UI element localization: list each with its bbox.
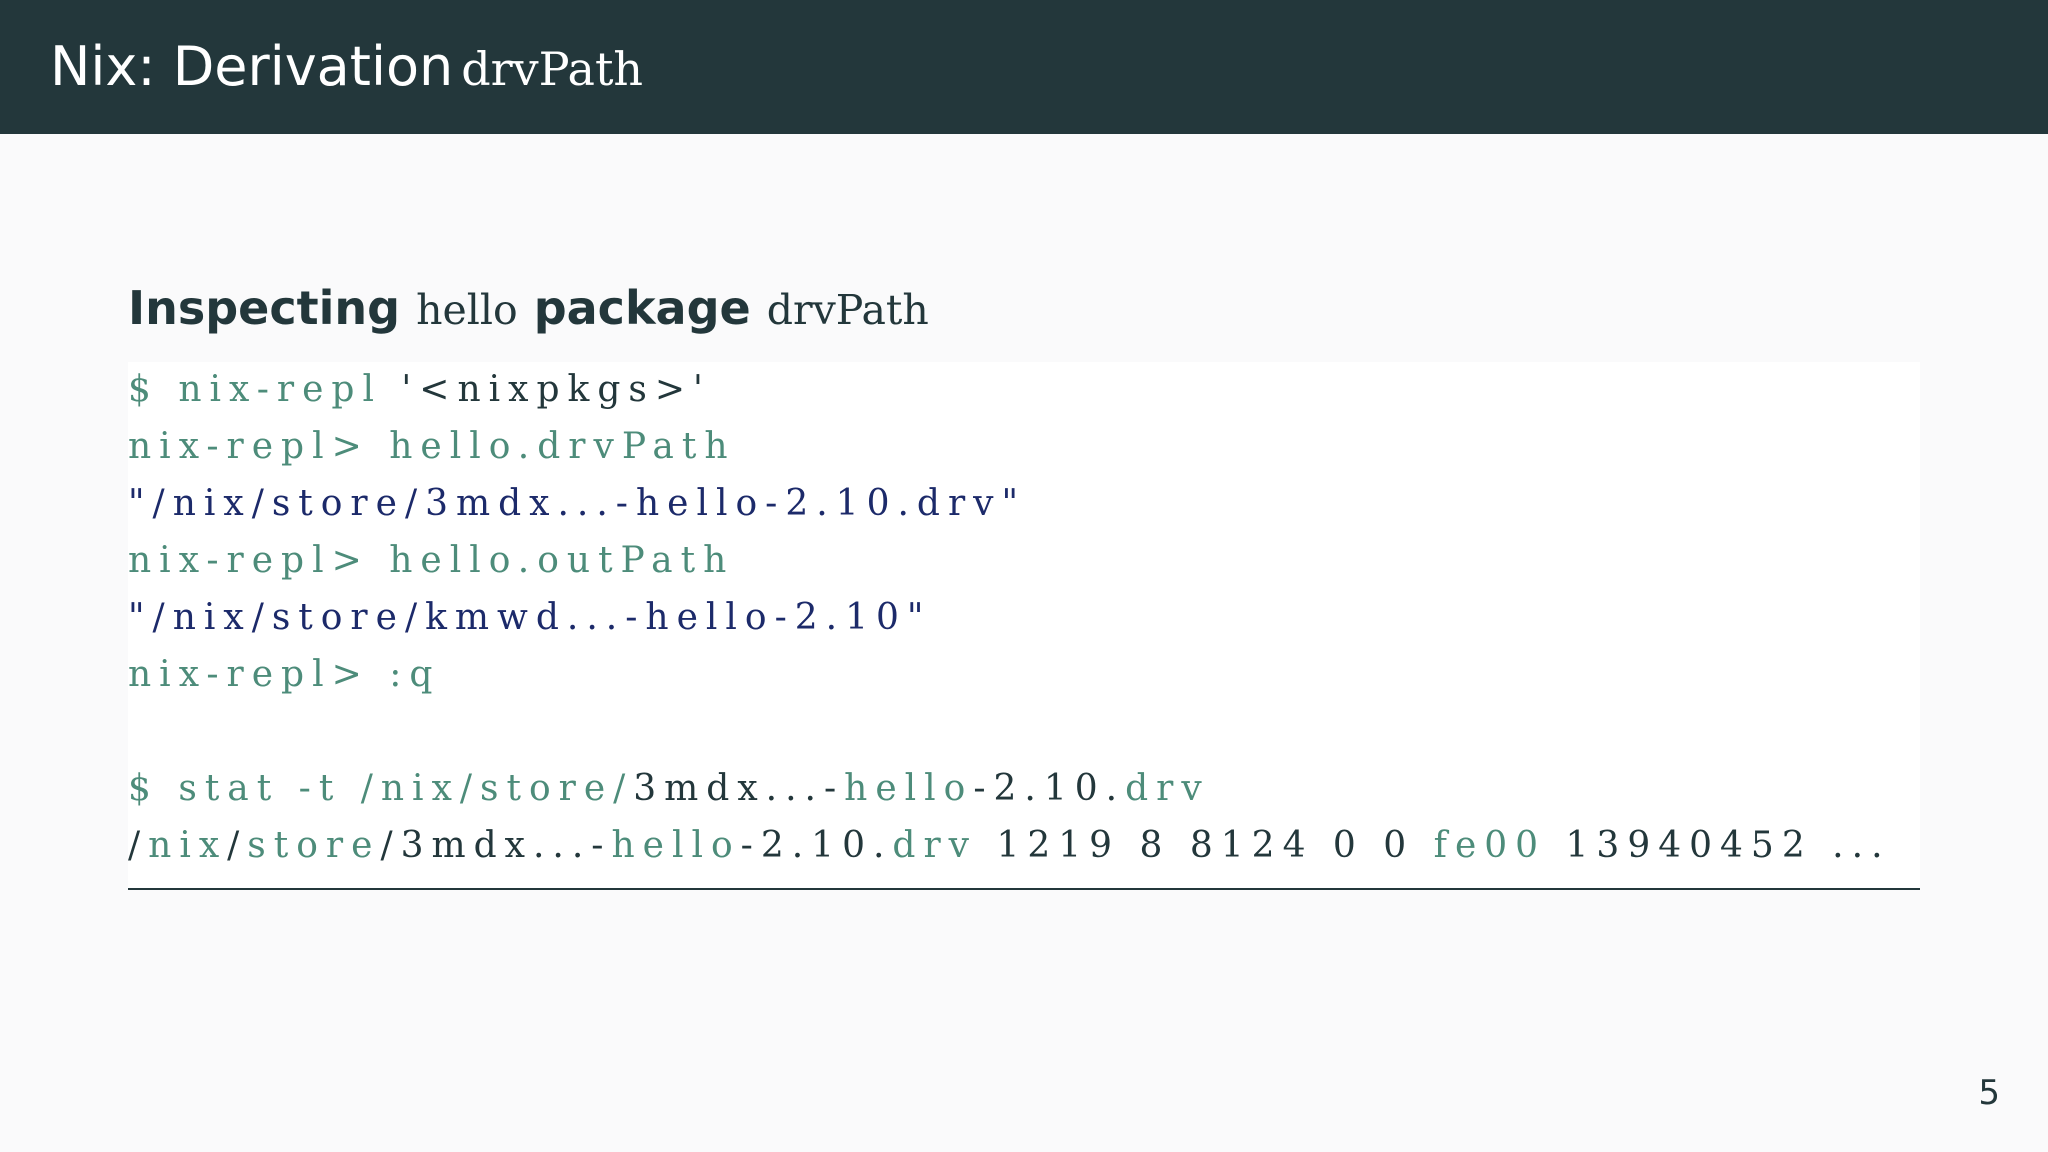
repl-command: hello.drvPath xyxy=(369,426,736,467)
shell-command: $ stat -t /nix/store/ xyxy=(128,768,634,809)
repl-output: "/nix/store/kmwd...-hello-2.10" xyxy=(128,597,932,638)
path-extension: drv xyxy=(892,825,978,866)
shell-prompt: $ nix-repl xyxy=(128,369,382,410)
block-title-part1: Inspecting xyxy=(128,281,401,335)
stat-values: 1219 8 8124 0 0 xyxy=(977,825,1434,866)
command-argument: '<nixpkgs>' xyxy=(381,369,711,410)
path-version: -2.10. xyxy=(740,825,893,866)
repl-prompt: nix-repl> xyxy=(128,540,370,581)
repl-prompt: nix-repl> xyxy=(128,426,370,467)
slide-title-text: Nix: Derivation xyxy=(50,35,454,98)
stat-device: fe00 xyxy=(1433,825,1547,866)
path-segment: / xyxy=(227,825,248,866)
slide-title-code: drvPath xyxy=(461,42,644,96)
code-line-2: nix-repl> hello.drvPath xyxy=(128,419,736,475)
block-title-code2: drvPath xyxy=(766,286,929,334)
page-number: 5 xyxy=(1978,1073,2000,1113)
path-segment: / xyxy=(128,825,149,866)
path-name: hello xyxy=(611,825,741,866)
code-line-5: "/nix/store/kmwd...-hello-2.10" xyxy=(128,590,931,646)
code-block: $ nix-repl '<nixpkgs>' nix-repl> hello.d… xyxy=(128,362,1920,890)
block-title: Inspecting hello package drvPath xyxy=(128,278,929,338)
code-line-8: $ stat -t /nix/store/3mdx...-hello-2.10.… xyxy=(128,761,1210,817)
slide-header: Nix: Derivation drvPath xyxy=(0,0,2048,134)
code-line-6: nix-repl> :q xyxy=(128,647,440,703)
repl-prompt: nix-repl> xyxy=(128,654,370,695)
slide-title: Nix: Derivation drvPath xyxy=(50,34,643,100)
path-segment: store xyxy=(247,825,381,866)
repl-output: "/nix/store/3mdx...-hello-2.10.drv" xyxy=(128,483,1027,524)
repl-command: hello.outPath xyxy=(369,540,735,581)
path-version: -2.10. xyxy=(973,768,1126,809)
code-line-9: /nix/store/3mdx...-hello-2.10.drv 1219 8… xyxy=(128,818,1891,874)
code-line-4: nix-repl> hello.outPath xyxy=(128,533,734,589)
path-segment: nix xyxy=(148,825,228,866)
repl-command: :q xyxy=(369,654,441,695)
block-title-code1: hello xyxy=(416,286,518,334)
stat-values-tail: 13940452 ... xyxy=(1546,825,1891,866)
path-extension: drv xyxy=(1125,768,1210,809)
code-line-1: $ nix-repl '<nixpkgs>' xyxy=(128,362,711,418)
path-hash: /3mdx...- xyxy=(380,825,612,866)
code-line-3: "/nix/store/3mdx...-hello-2.10.drv" xyxy=(128,476,1026,532)
path-name: hello xyxy=(844,768,974,809)
block-title-part2: package xyxy=(533,281,751,335)
path-hash: 3mdx...- xyxy=(633,768,845,809)
